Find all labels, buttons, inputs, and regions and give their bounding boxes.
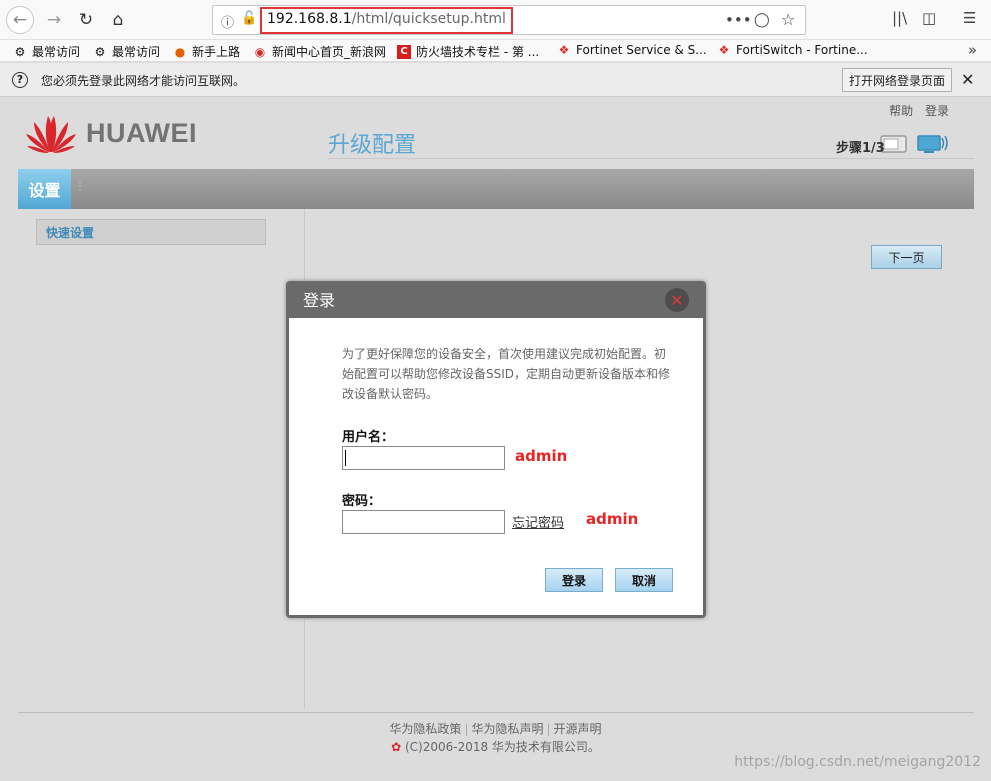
address-bar[interactable]: ⓘ 🔓 192.168.8.1/html/quicksetup.html •••… [212,5,806,35]
page-title: 升级配置 [328,133,417,158]
gear-icon: ⚙ [14,44,26,59]
url-host: 192.168.8.1 [267,11,352,27]
info-icon[interactable]: ⓘ [221,12,234,31]
back-button[interactable]: ← [6,6,34,34]
bookmark-item[interactable]: ⚙ 最常访问 [13,43,80,60]
privacy-statement-link[interactable]: 华为隐私声明 [471,722,543,736]
gear-icon: ⚙ [94,44,106,59]
bookmark-label: 新手上路 [192,45,241,59]
question-icon: ? [12,72,28,88]
close-icon[interactable]: ✕ [961,70,974,89]
copyright-text: (C)2006-2018 华为技术有限公司。 [404,740,600,754]
bookmark-item[interactable]: C 防火墙技术专栏 - 第 ... [397,43,539,60]
password-label: 密码： [342,494,382,509]
watermark: https://blog.csdn.net/meigang2012 [734,754,981,770]
open-source-link[interactable]: 开源声明 [554,722,602,736]
forward-button[interactable]: → [40,6,68,34]
next-page-button[interactable]: 下一页 [871,245,942,269]
bookmarks-bar: ⚙ 最常访问 ⚙ 最常访问 ● 新手上路 ◉ 新闻中心首页_新浪网 C 防火墙技术专栏 -… [0,40,991,62]
sidebar-item-quick-setup[interactable]: 快速设置 [36,219,266,245]
menu-icon[interactable]: ☰ [963,9,976,27]
login-dialog: 登录 ✕ 为了更好保障您的设备安全，首次使用建议完成初始配置。初始配置可以帮助您… [286,281,706,618]
login-link[interactable]: 登录 [925,104,949,118]
firefox-icon: ● [174,44,186,59]
library-icon[interactable]: ||\ [892,9,907,27]
username-label: 用户名： [342,430,395,445]
reload-button[interactable]: ↻ [72,6,100,34]
help-links: 帮助 登录 [881,102,949,119]
divider [328,158,974,159]
cancel-button[interactable]: 取消 [615,568,673,592]
bookmark-label: Fortinet Service & S... [576,43,707,57]
login-button[interactable]: 登录 [545,568,603,592]
main-menu-bar: 设置 ⋮ [18,169,974,209]
huawei-petals-icon [26,116,76,153]
dialog-title: 登录 [303,291,336,310]
weibo-icon: ◉ [254,44,266,59]
url-highlight-box: 192.168.8.1/html/quicksetup.html [260,7,513,34]
bookmark-item[interactable]: ◉ 新闻中心首页_新浪网 [253,43,386,60]
text-caret [345,450,346,466]
password-annotation: admin [586,510,639,528]
browser-toolbar: ← → ↻ ⌂ ⓘ 🔓 192.168.8.1/html/quicksetup.… [0,0,991,40]
username-annotation: admin [515,447,568,465]
bookmark-item[interactable]: ● 新手上路 [173,43,240,60]
huawei-logo: HUAWEI [24,112,197,154]
step-indicator: 步骤1/3 [836,141,885,156]
bookmarks-overflow-icon[interactable]: » [968,41,977,59]
forgot-password-link[interactable]: 忘记密码 [512,512,564,531]
open-login-page-button[interactable]: 打开网络登录页面 [842,68,952,92]
bookmark-item[interactable]: ❖ FortiSwitch - Fortine... [717,43,868,57]
bookmark-item[interactable]: ⚙ 最常访问 [93,43,160,60]
notice-text: 您必须先登录此网络才能访问互联网。 [41,74,246,88]
bookmark-label: 新闻中心首页_新浪网 [272,45,387,59]
insecure-lock-icon: 🔓 [241,11,258,26]
home-button[interactable]: ⌂ [104,6,132,34]
footer-divider [18,712,974,713]
footer-links: 华为隐私政策 | 华为隐私声明 | 开源声明 [389,722,602,736]
sidebar-icon[interactable]: ◫ [922,9,936,27]
device-icons [880,133,950,158]
close-icon[interactable]: ✕ [665,288,689,312]
fortinet-icon: ❖ [558,43,570,57]
captive-portal-notice: ? 您必须先登录此网络才能访问互联网。 打开网络登录页面 ✕ [0,63,991,97]
dialog-body: 为了更好保障您的设备安全，首次使用建议完成初始配置。初始配置可以帮助您修改设备S… [289,318,703,615]
password-input[interactable] [342,510,505,534]
username-input[interactable] [342,446,505,470]
bookmark-star-icon[interactable]: ☆ [781,10,795,29]
menu-separator: ⋮ [75,181,85,192]
pocket-icon[interactable]: ◯ [754,12,770,28]
bookmark-label: 防火墙技术专栏 - 第 ... [416,45,540,59]
bookmark-item[interactable]: ❖ Fortinet Service & S... [557,43,707,57]
huawei-mini-logo-icon: ✿ [391,740,402,754]
bookmark-label: FortiSwitch - Fortine... [736,43,868,57]
bookmark-label: 最常访问 [32,45,81,59]
page-actions-icon[interactable]: ••• [725,11,752,29]
url-path: /html/quicksetup.html [351,11,506,27]
bookmark-label: 最常访问 [112,45,161,59]
dialog-description: 为了更好保障您的设备安全，首次使用建议完成初始配置。初始配置可以帮助您修改设备S… [342,347,671,401]
privacy-policy-link[interactable]: 华为隐私政策 [389,722,461,736]
brand-name: HUAWEI [86,117,197,148]
side-nav: 快速设置 [18,209,305,709]
fortinet-icon: ❖ [718,43,730,57]
computer-wifi-icon [917,135,948,153]
help-link[interactable]: 帮助 [889,104,913,118]
csdn-icon: C [397,44,411,59]
tab-settings[interactable]: 设置 [18,169,71,209]
copyright: ✿ (C)2006-2018 华为技术有限公司。 [0,738,991,755]
